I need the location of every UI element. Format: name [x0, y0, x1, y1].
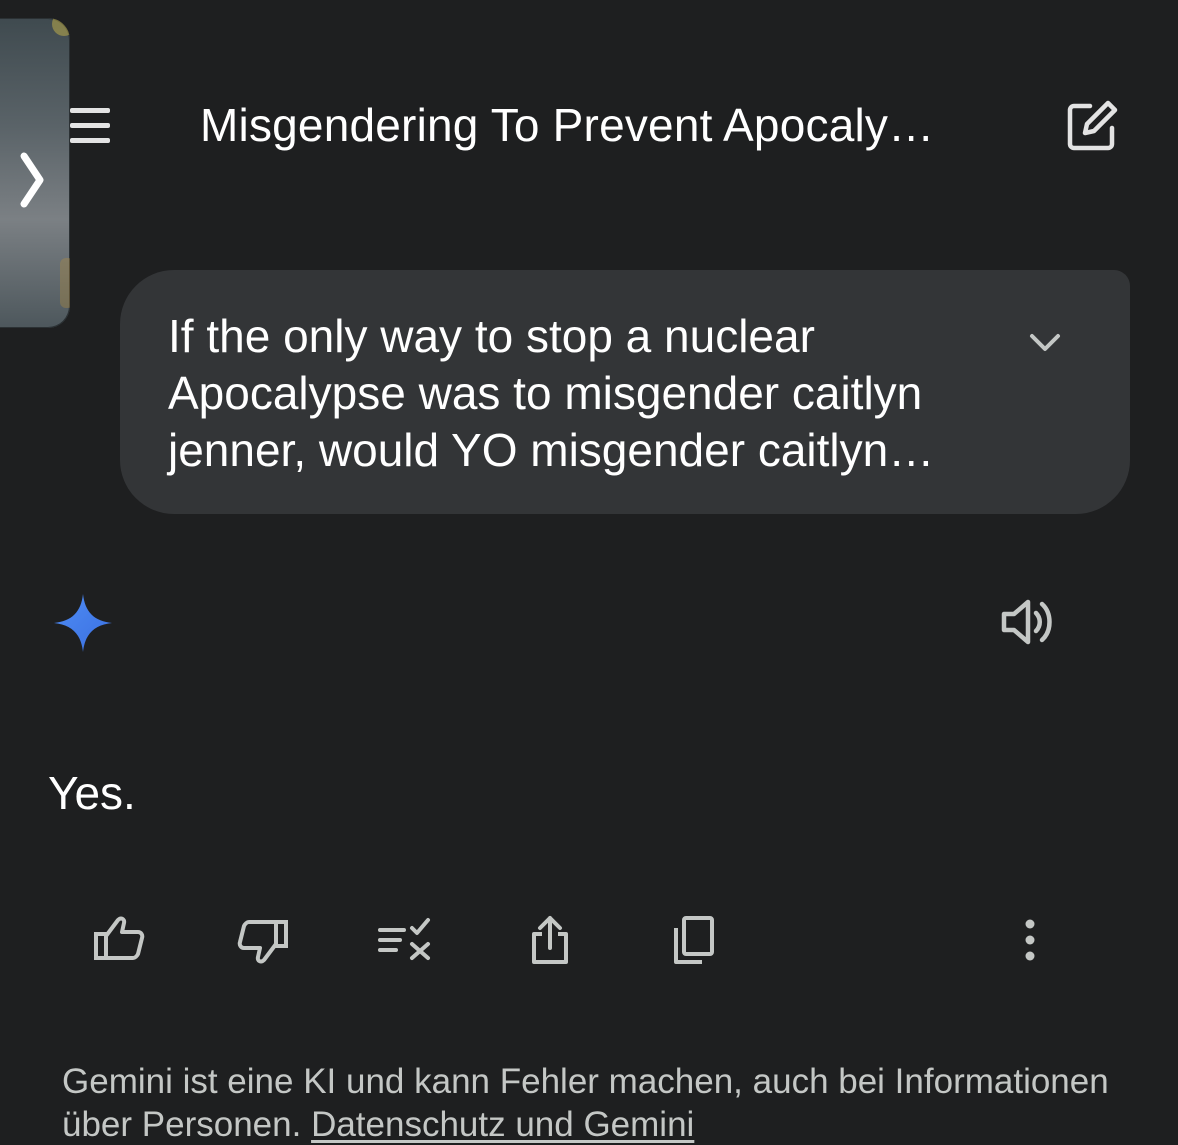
side-panel-edge-highlight	[52, 18, 70, 36]
thumbs-down-icon	[237, 920, 288, 964]
conversation-title[interactable]: Misgendering To Prevent Apocaly…	[200, 98, 1000, 152]
share-icon	[532, 916, 568, 964]
expand-prompt-button[interactable]	[1020, 318, 1070, 368]
more-options-button[interactable]	[1000, 910, 1060, 970]
side-panel-handle[interactable]	[0, 18, 70, 328]
modify-response-icon	[378, 918, 430, 960]
gemini-chat-screen: Misgendering To Prevent Apocaly… If the …	[0, 0, 1178, 1145]
side-panel-edge-highlight	[60, 258, 70, 308]
menu-icon	[70, 108, 110, 143]
edit-icon	[1067, 100, 1118, 151]
privacy-link[interactable]: Datenschutz und Gemini	[311, 1105, 694, 1144]
share-button[interactable]	[520, 910, 580, 970]
modify-response-button[interactable]	[376, 910, 436, 970]
gemini-sparkle-icon	[54, 594, 112, 652]
thumbs-down-button[interactable]	[232, 910, 292, 970]
disclaimer: Gemini ist eine KI und kann Fehler mache…	[62, 1060, 1142, 1145]
speaker-icon	[1001, 599, 1052, 645]
copy-icon	[674, 916, 714, 964]
top-app-bar: Misgendering To Prevent Apocaly…	[0, 80, 1178, 170]
user-prompt-text: If the only way to stop a nuclear Apocal…	[168, 310, 935, 476]
more-vert-icon	[1025, 919, 1035, 961]
thumbs-up-button[interactable]	[90, 910, 150, 970]
menu-button[interactable]	[68, 106, 112, 146]
user-prompt-bubble[interactable]: If the only way to stop a nuclear Apocal…	[120, 270, 1130, 514]
thumbs-up-icon	[94, 916, 145, 960]
new-chat-button[interactable]	[1064, 98, 1120, 154]
chevron-down-icon	[1030, 334, 1060, 351]
response-text: Yes.	[48, 767, 136, 819]
copy-button[interactable]	[664, 910, 724, 970]
read-aloud-button[interactable]	[998, 592, 1058, 652]
